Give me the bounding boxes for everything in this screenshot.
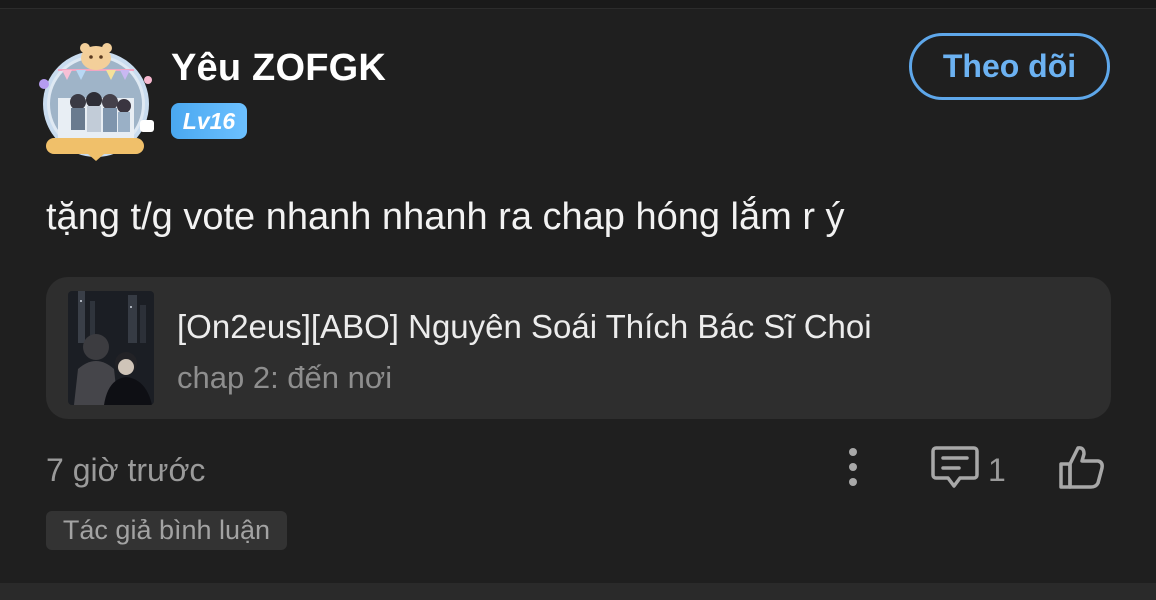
user-avatar[interactable] bbox=[36, 40, 156, 162]
story-title: [On2eus][ABO] Nguyên Soái Thích Bác Sĩ C… bbox=[177, 308, 872, 345]
comment-text: tặng t/g vote nhanh nhanh ra chap hóng l… bbox=[46, 196, 845, 238]
story-chapter: chap 2: đến nơi bbox=[177, 360, 393, 395]
bottom-divider bbox=[0, 583, 1156, 600]
more-vertical-icon bbox=[849, 448, 857, 486]
top-divider bbox=[0, 0, 1156, 9]
comment-timestamp: 7 giờ trước bbox=[46, 452, 206, 488]
reply-count: 1 bbox=[988, 452, 1006, 488]
username[interactable]: Yêu ZOFGK bbox=[171, 46, 386, 90]
author-comment-badge: Tác giả bình luận bbox=[46, 511, 287, 550]
thumbs-up-icon bbox=[1059, 446, 1104, 489]
reply-button[interactable] bbox=[930, 443, 980, 491]
avatar-frame-icon bbox=[39, 43, 154, 161]
reply-comment-icon bbox=[931, 446, 979, 488]
level-badge: Lv16 bbox=[171, 103, 247, 139]
like-button[interactable] bbox=[1056, 442, 1106, 492]
story-card[interactable]: [On2eus][ABO] Nguyên Soái Thích Bác Sĩ C… bbox=[46, 277, 1111, 419]
story-cover bbox=[68, 291, 154, 405]
more-options-button[interactable] bbox=[836, 446, 870, 490]
follow-button[interactable]: Theo dõi bbox=[909, 33, 1110, 100]
